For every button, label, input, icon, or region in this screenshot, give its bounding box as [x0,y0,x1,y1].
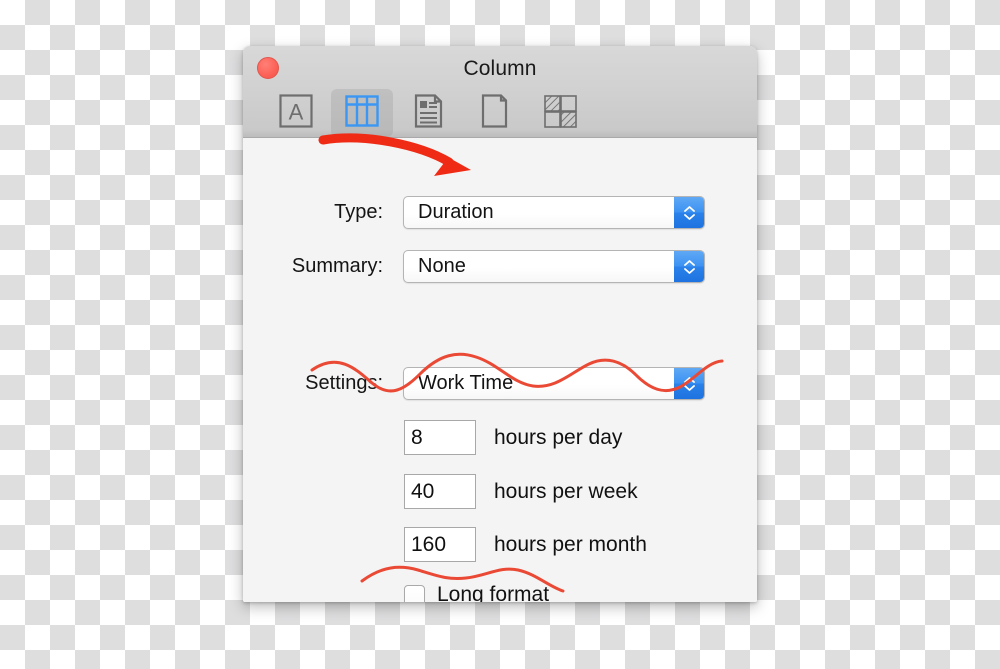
toolbar-item-pattern-inspector[interactable] [529,89,591,137]
summary-row: Summary: None [243,250,705,283]
table-columns-icon [343,92,381,135]
settings-popup-button[interactable]: Work Time [403,367,705,400]
type-popup-button[interactable]: Duration [403,196,705,229]
hours-per-month-input[interactable]: 160 [404,527,476,562]
toolbar-item-page-inspector[interactable] [463,89,525,137]
hours-per-day-label: hours per day [494,425,623,449]
hours-per-week-label: hours per week [494,479,638,503]
chevron-updown-icon[interactable] [674,197,704,228]
settings-value: Work Time [418,372,514,394]
screenshot-canvas: Column A Type: Duration Summary: None Se… [0,0,1000,669]
summary-label: Summary: [291,255,383,277]
blank-page-icon [475,92,513,135]
type-value: Duration [418,201,494,223]
type-label: Type: [334,201,383,223]
long-format-checkbox[interactable] [404,584,425,602]
toolbar-item-document-inspector[interactable] [397,89,459,137]
chevron-updown-icon[interactable] [674,251,704,282]
type-row: Type: Duration [243,196,705,229]
hours-per-week-input[interactable]: 40 [404,474,476,509]
summary-popup-button[interactable]: None [403,250,705,283]
window-title: Column [463,57,537,80]
hours-per-day-row: 8 hours per day [404,420,622,455]
svg-text:A: A [289,99,304,124]
inspector-body: Type: Duration Summary: None Settings: W… [243,138,757,602]
document-text-icon [409,92,447,135]
hours-per-week-row: 40 hours per week [404,474,638,509]
long-format-row[interactable]: Long format [404,583,549,602]
inspector-toolbar: A [243,88,757,138]
toolbar-item-column-inspector[interactable] [331,89,393,137]
letter-a-box-icon: A [277,92,315,135]
hours-per-month-label: hours per month [494,532,647,556]
long-format-label: Long format [437,583,550,602]
summary-value: None [418,255,466,277]
settings-row: Settings: Work Time [243,367,705,400]
hours-per-day-input[interactable]: 8 [404,420,476,455]
toolbar-item-text-inspector[interactable]: A [265,89,327,137]
hours-per-month-row: 160 hours per month [404,527,647,562]
column-inspector-window: Column A Type: Duration Summary: None Se… [243,46,757,602]
settings-label: Settings: [305,372,383,394]
chevron-updown-icon[interactable] [674,368,704,399]
checker-squares-icon [541,92,579,135]
window-titlebar: Column A [243,46,757,138]
